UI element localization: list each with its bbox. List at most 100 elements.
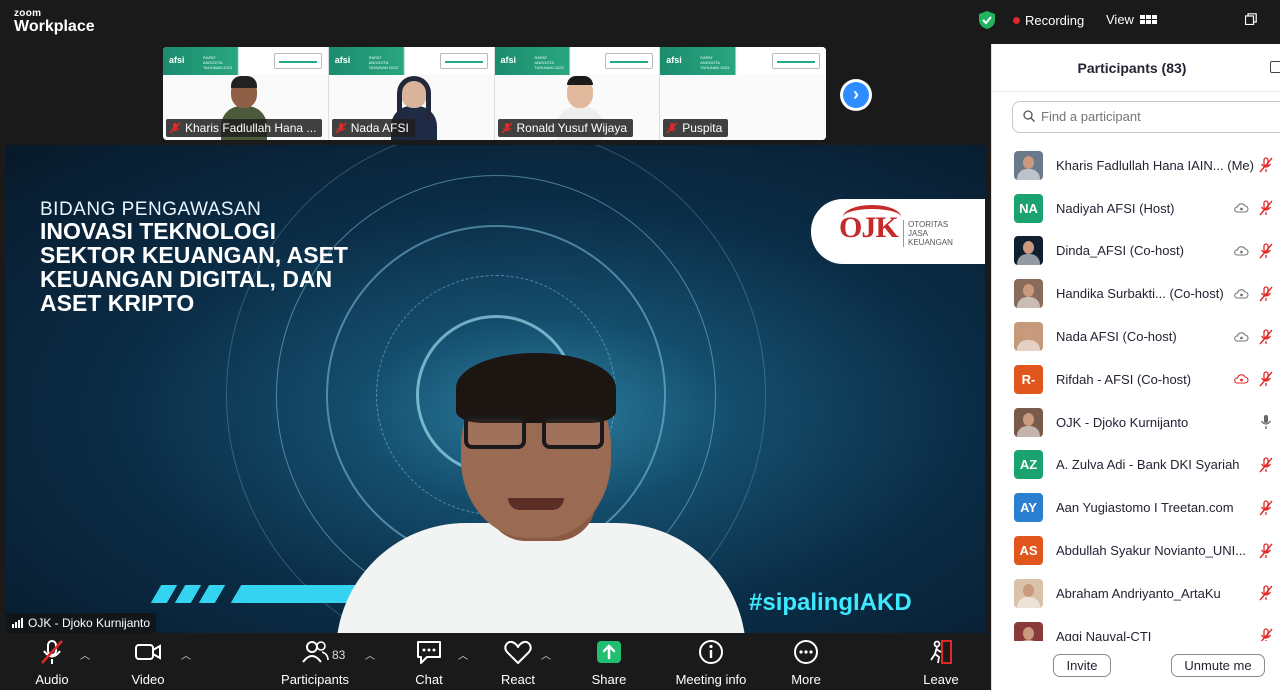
recording-label: Recording (1025, 13, 1085, 28)
chat-bubble-icon (417, 641, 441, 664)
banner-subtitle: RAPAT ANGGOTA TAHUNAN 2023 (368, 55, 398, 70)
participants-list[interactable]: Kharis Fadlullah Hana IAIN... (Me) NA Nadi… (992, 144, 1280, 641)
view-button[interactable]: View (1106, 12, 1157, 27)
mic-on-icon (1260, 415, 1272, 430)
participant-avatar (1014, 279, 1043, 309)
audio-options-caret-icon[interactable]: ︿ (80, 647, 90, 662)
participant-row[interactable]: OJK - Djoko Kurnijanto (992, 401, 1280, 444)
participant-row[interactable]: AZ A. Zulva Adi - Bank DKI Syariah (992, 444, 1280, 487)
meeting-info-label: Meeting info (675, 672, 747, 687)
audio-button[interactable]: Audio (30, 635, 74, 690)
muted-mic-icon (169, 122, 181, 134)
chat-button[interactable]: Chat (411, 635, 447, 690)
participant-row[interactable]: R- Rifdah - AFSI (Co-host) (992, 358, 1280, 401)
brand-workplace: Workplace (14, 18, 95, 35)
sponsor-logos (605, 53, 654, 69)
speaker-figure (336, 353, 746, 633)
participants-options-caret-icon[interactable]: ︿ (365, 647, 375, 662)
participant-row[interactable]: Aggi Nauval-CTI (992, 615, 1280, 641)
participants-count: 83 (332, 648, 346, 662)
search-icon (1023, 110, 1035, 122)
mic-muted-icon (1259, 371, 1273, 387)
mic-muted-icon (1259, 243, 1273, 259)
thumbnail-tile[interactable]: afsi RAPAT ANGGOTA TAHUNAN 2023 Kharis F… (163, 47, 329, 140)
participants-icon (302, 641, 329, 663)
share-button[interactable]: Share (589, 635, 629, 690)
participant-role: (Me) (1227, 157, 1254, 173)
sponsor-logos (772, 53, 820, 69)
speaker-name-label: OJK - Djoko Kurnijanto (6, 613, 157, 633)
react-button[interactable]: React (498, 635, 538, 690)
mic-muted-icon (1259, 286, 1273, 302)
participant-row[interactable]: AS Abdullah Syakur Novianto_UNI... (992, 529, 1280, 572)
leave-button[interactable]: Leave (920, 635, 962, 690)
chat-options-caret-icon[interactable]: ︿ (458, 647, 468, 662)
panel-footer: Invite Unmute me (992, 642, 1280, 690)
participant-search[interactable] (1012, 101, 1280, 133)
recording-indicator[interactable]: Recording (1013, 13, 1084, 28)
react-label: React (501, 672, 535, 687)
thumbnail-tile[interactable]: afsi RAPAT ANGGOTA TAHUNAN 2023 Nada AFS… (328, 47, 495, 140)
mic-muted-icon (1260, 628, 1273, 641)
participants-panel: Participants (83) Kharis Fadlullah Hana … (991, 44, 1280, 690)
thumbnail-strip: afsi RAPAT ANGGOTA TAHUNAN 2023 Kharis F… (163, 47, 826, 140)
react-options-caret-icon[interactable]: ︿ (541, 647, 551, 662)
fullscreen-toggle-icon[interactable] (1245, 13, 1257, 25)
participant-row[interactable]: Kharis Fadlullah Hana IAIN... (Me) (992, 144, 1280, 187)
cloud-recording-icon (1234, 289, 1249, 299)
participant-row[interactable]: Nada AFSI (Co-host) (992, 315, 1280, 358)
search-input[interactable] (1041, 109, 1271, 124)
thumbnail-tile[interactable]: afsi RAPAT ANGGOTA TAHUNAN 2023 Puspita (660, 47, 826, 140)
mic-muted-icon (1259, 585, 1273, 601)
meeting-info-button[interactable]: Meeting info (670, 635, 752, 690)
signal-strength-icon (12, 618, 23, 628)
video-options-caret-icon[interactable]: ︿ (181, 647, 191, 662)
thumbnail-name-chip: Kharis Fadlullah Hana ... (166, 119, 323, 137)
video-button[interactable]: Video (126, 635, 170, 690)
video-camera-icon (135, 644, 161, 660)
participant-avatar (1014, 621, 1043, 641)
afsi-logo-text: afsi (500, 55, 517, 65)
participant-role: (Host) (1139, 200, 1175, 216)
participant-name: Handika Surbakti... (Co-host) (1056, 286, 1224, 302)
security-shield-icon[interactable] (977, 10, 997, 30)
muted-mic-icon (666, 122, 678, 134)
participant-row[interactable]: Handika Surbakti... (Co-host) (992, 272, 1280, 315)
event-banner: afsi RAPAT ANGGOTA TAHUNAN 2023 (328, 47, 494, 75)
thumbnail-name: Nada AFSI (350, 121, 409, 135)
participant-name: Aan Yugiastomo I Treetan.com (1056, 500, 1234, 516)
participant-role: (Co-host) (1136, 371, 1192, 387)
more-dots-icon (794, 640, 818, 664)
unmute-me-button[interactable]: Unmute me (1171, 654, 1265, 677)
invite-button[interactable]: Invite (1053, 654, 1111, 677)
participant-avatar (1014, 578, 1043, 608)
participant-name: OJK - Djoko Kurnijanto (1056, 414, 1189, 430)
mic-muted-icon (1259, 500, 1273, 516)
chat-label: Chat (415, 672, 443, 687)
participant-name: Rifdah - AFSI (Co-host) (1056, 371, 1192, 387)
next-page-button[interactable]: › (840, 79, 872, 111)
thumbnail-name: Puspita (682, 121, 723, 135)
participant-row[interactable]: NA Nadiyah AFSI (Host) (992, 187, 1280, 230)
mic-muted-icon (1259, 328, 1273, 345)
participant-role: (Co-host) (1122, 329, 1177, 345)
thumbnail-name-chip: Ronald Yusuf Wijaya (497, 119, 634, 137)
popout-icon[interactable] (1270, 61, 1280, 73)
more-label: More (791, 672, 821, 687)
mic-muted-icon (1259, 542, 1273, 559)
info-icon (699, 640, 723, 664)
cloud-recording-icon (1234, 203, 1249, 213)
participant-name: Kharis Fadlullah Hana IAIN... (Me) (1056, 157, 1254, 173)
participants-button[interactable]: Participants (276, 635, 354, 690)
cloud-recording-icon (1234, 246, 1249, 256)
participant-row[interactable]: AY Aan Yugiastomo I Treetan.com (992, 486, 1280, 529)
participant-row[interactable]: Abraham Andriyanto_ArtaKu (992, 572, 1280, 615)
thumbnail-tile[interactable]: afsi RAPAT ANGGOTA TAHUNAN 2023 Ronald Y… (494, 47, 661, 140)
mic-muted-icon (1259, 200, 1273, 216)
event-banner: afsi RAPAT ANGGOTA TAHUNAN 2023 (494, 47, 660, 75)
meeting-toolbar: Audio ︿ Video ︿ Participants 83 ︿ Chat ︿… (0, 635, 990, 690)
active-speaker-video[interactable]: BIDANG PENGAWASAN INOVASI TEKNOLOGI SEKT… (6, 145, 985, 633)
afsi-logo-text: afsi (666, 55, 682, 65)
more-button[interactable]: More (786, 635, 826, 690)
participant-row[interactable]: Dinda_AFSI (Co-host) (992, 230, 1280, 273)
